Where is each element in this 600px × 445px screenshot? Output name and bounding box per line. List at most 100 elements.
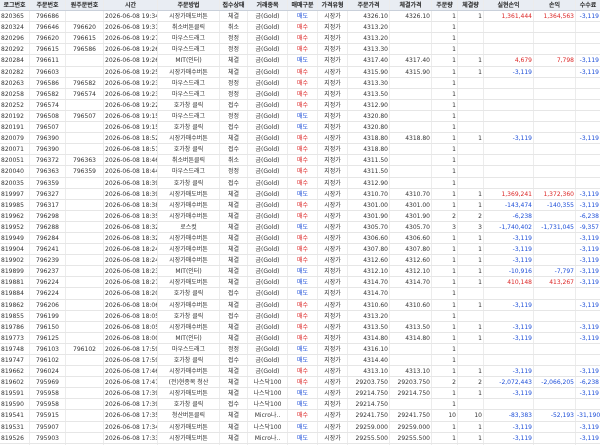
table-row[interactable]: 819952796288 2026-06-08 18:32:..로스컷체결금(Go…	[0, 221, 600, 233]
table-cell: 금(Gold)	[248, 88, 288, 99]
column-header[interactable]: 체결량	[458, 0, 484, 11]
table-cell: 4315.90	[348, 66, 390, 77]
column-header[interactable]: 로그번호	[0, 0, 30, 11]
table-row[interactable]: 819662796024 2026-06-08 17:46:..시장가매수버튼체결…	[0, 366, 600, 378]
table-cell	[66, 288, 104, 299]
table-row[interactable]: 819541795915 2026-06-08 17:35:..청산버튼클릭체결M…	[0, 410, 600, 422]
table-row[interactable]: 819881796224 2026-06-08 18:21:..시장가매도버튼체결…	[0, 277, 600, 289]
column-header[interactable]: 주문가격	[348, 0, 390, 11]
table-cell: 4313.30	[348, 77, 390, 88]
table-cell: 금(Gold)	[248, 366, 288, 377]
table-row[interactable]: 820071796390 2026-06-08 18:51:..호가창 클릭접수금…	[0, 144, 600, 156]
table-row[interactable]: 819949796284 2026-06-08 18:32:..시장가매수버튼체결…	[0, 232, 600, 245]
table-cell: 1	[458, 133, 484, 144]
table-cell: 체결	[220, 188, 248, 199]
table-row[interactable]: 820035796359 2026-06-08 18:39:..호가창 클릭접수금…	[0, 177, 600, 189]
table-row[interactable]: 819590795958 2026-06-08 17:39:..호가창 클릭접수나…	[0, 399, 600, 411]
table-row[interactable]: 8202637965867965822026-06-08 19:23:..마우스…	[0, 77, 600, 89]
table-row[interactable]: 819962796298 2026-06-08 18:35:..시장가매수버튼체결…	[0, 210, 600, 222]
table-cell: 2026-06-08 18:44:..	[104, 166, 158, 177]
table-cell: 820258	[0, 88, 30, 99]
table-row[interactable]: 819591795958 2026-06-08 17:39:..시장가매도버튼체결…	[0, 388, 600, 400]
table-row[interactable]: 819985796317 2026-06-08 18:38:..시장가매수버튼체결…	[0, 199, 600, 211]
column-header[interactable]: 손익	[534, 0, 576, 11]
table-row[interactable]: 819526795903 2026-06-08 17:33:..시장가매도버튼체결…	[0, 432, 600, 444]
table-cell: 4306.60	[348, 232, 390, 244]
table-cell: 매도	[288, 343, 318, 354]
table-cell: 호가창 클릭	[158, 288, 220, 299]
table-row[interactable]: 820365796686 2026-06-08 19:34:..시장가매도버튼체결…	[0, 11, 600, 23]
table-row[interactable]: 820079796390 2026-06-08 18:52:..시장가매수버튼체결…	[0, 133, 600, 145]
table-cell: 시장가	[318, 321, 348, 332]
table-row[interactable]: 820252796574 2026-06-08 19:22:..호가창 클릭접수금…	[0, 99, 600, 111]
table-cell: 2026-06-08 17:39:..	[104, 388, 158, 399]
table-cell: -3,119	[579, 68, 599, 76]
table-row[interactable]: 819602795969 2026-06-08 17:41:..(전)현종목 청산…	[0, 377, 600, 389]
column-header[interactable]: 거래종목	[248, 0, 288, 11]
table-cell	[576, 178, 600, 188]
table-cell: 796620	[30, 33, 66, 44]
column-header[interactable]: 시간	[104, 0, 158, 11]
column-header[interactable]: 주문방법	[158, 0, 220, 11]
column-header[interactable]: 가격유형	[318, 0, 348, 11]
column-header[interactable]: 주문번호	[30, 0, 66, 11]
table-row[interactable]: 8202587965827965742026-06-08 19:23:..마우스…	[0, 88, 600, 100]
table-cell	[66, 221, 104, 232]
table-row[interactable]: 819899796237 2026-06-08 18:23:..MIT(인터)체결…	[0, 266, 600, 278]
table-row[interactable]: 819862796206 2026-06-08 18:06:..시장가매수버튼체결…	[0, 299, 600, 311]
table-cell	[534, 122, 576, 133]
table-cell: 금(Gold)	[248, 133, 288, 144]
table-cell: 796615	[66, 33, 104, 44]
table-cell: 1	[432, 166, 458, 177]
column-header[interactable]: 실현손익	[484, 0, 534, 11]
table-row[interactable]: 8201927965087965072026-06-08 19:15:..마우스…	[0, 110, 600, 123]
table-cell: 접수	[220, 310, 248, 321]
table-row[interactable]: 819902796239 2026-06-08 18:24:..시장가매수버튼체결…	[0, 255, 600, 267]
table-cell: 매도	[288, 55, 318, 66]
table-cell: 체결	[220, 388, 248, 399]
column-header[interactable]: 주문량	[432, 0, 458, 11]
table-row[interactable]: 820284796611 2026-06-08 19:26:..MIT(인터)체결…	[0, 55, 600, 67]
table-row[interactable]: 8197487961037961022026-06-08 17:59:..마우스…	[0, 343, 600, 355]
table-cell: 796237	[30, 266, 66, 277]
table-row[interactable]: 8202927966157965862026-06-08 19:26:..마우스…	[0, 44, 600, 56]
table-row[interactable]: 819884796224 2026-06-08 18:20:..호가창 클릭접수금…	[0, 288, 600, 300]
table-row[interactable]: 8203247966467966202026-06-08 19:31:..취소버…	[0, 22, 600, 34]
table-cell: 819962	[0, 210, 30, 221]
table-cell: 지정가	[318, 110, 348, 122]
table-cell: 금(Gold)	[248, 355, 288, 366]
table-row[interactable]: 819531795907 2026-06-08 17:34:..시장가매도버튼체결…	[0, 421, 600, 433]
table-cell	[458, 166, 484, 177]
table-cell: 접수	[220, 122, 248, 133]
table-cell	[66, 188, 104, 199]
table-row[interactable]: 8200517963727963632026-06-08 18:46:..취소버…	[0, 155, 600, 167]
column-header[interactable]: 접수상태	[220, 0, 248, 11]
table-cell	[66, 421, 104, 432]
table-row[interactable]: 819904796241 2026-06-08 18:24:..시장가매수버튼체결…	[0, 244, 600, 256]
table-cell	[484, 88, 534, 99]
table-row[interactable]: 8202967966207966152026-06-08 19:27:..마우스…	[0, 33, 600, 45]
table-row[interactable]: 819855796199 2026-06-08 18:05:..호가창 클릭접수금…	[0, 310, 600, 322]
table-row[interactable]: 819786796150 2026-06-08 18:05:..시장가매수버튼체결…	[0, 321, 600, 333]
table-cell: 4312.60	[390, 255, 432, 266]
table-cell: 지정가	[318, 99, 348, 110]
table-row[interactable]: 819747796102 2026-06-08 17:59:..호가창 클릭접수금…	[0, 355, 600, 367]
table-row[interactable]: 820282796603 2026-06-08 19:25:..시장가매수버튼체결…	[0, 66, 600, 78]
table-cell: -3,119	[579, 13, 599, 21]
table-cell: 시장가매수버튼	[158, 321, 220, 332]
column-header[interactable]: 원주문번호	[66, 0, 104, 11]
table-cell: 시장가매수버튼	[158, 255, 220, 266]
table-cell: 819997	[0, 188, 30, 199]
column-header[interactable]: 매매구분	[288, 0, 318, 11]
table-row[interactable]: 819773796125 2026-06-08 18:00:..MIT(인터)체결…	[0, 332, 600, 344]
column-header[interactable]: 체결가격	[390, 0, 432, 11]
table-row[interactable]: 8200407963637963592026-06-08 18:44:..마우스…	[0, 166, 600, 178]
table-cell: 시장가	[318, 199, 348, 210]
table-cell	[66, 377, 104, 388]
table-row[interactable]: 819997796327 2026-06-08 18:39:..시장가매도버튼체결…	[0, 188, 600, 200]
table-cell: 4318.80	[348, 133, 390, 144]
table-row[interactable]: 820191796507 2026-06-08 19:15:..호가창 클릭접수금…	[0, 122, 600, 134]
table-cell: 2026-06-08 18:21:..	[104, 277, 158, 288]
table-cell: 매도	[288, 432, 318, 443]
column-header[interactable]: 수수료	[576, 0, 600, 10]
